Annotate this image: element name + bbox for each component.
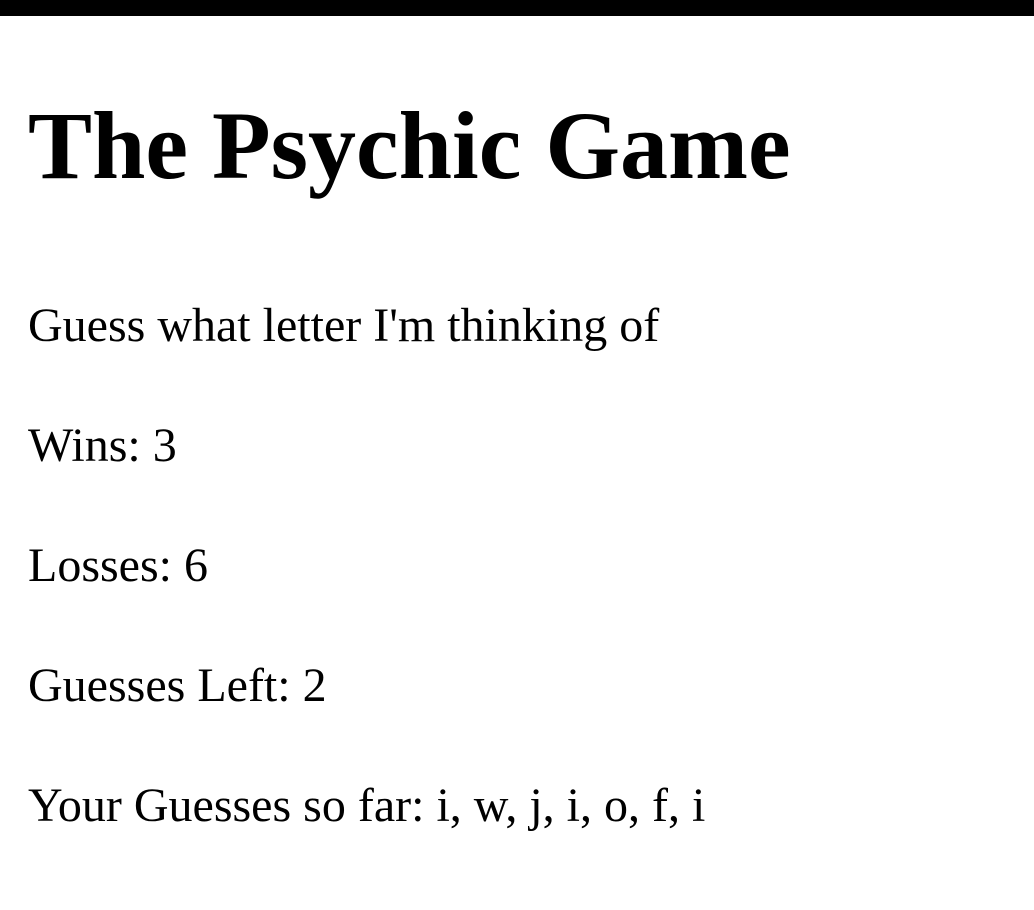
- guesses-so-far: Your Guesses so far: i, w, j, i, o, f, i: [28, 779, 706, 832]
- guesses-left-counter: Guesses Left: 2: [28, 659, 327, 712]
- top-window-bar: [0, 0, 1034, 16]
- page-title: The Psychic Game: [28, 92, 791, 199]
- losses-counter: Losses: 6: [28, 539, 208, 592]
- wins-counter: Wins: 3: [28, 419, 177, 472]
- instructions-text: Guess what letter I'm thinking of: [28, 299, 660, 352]
